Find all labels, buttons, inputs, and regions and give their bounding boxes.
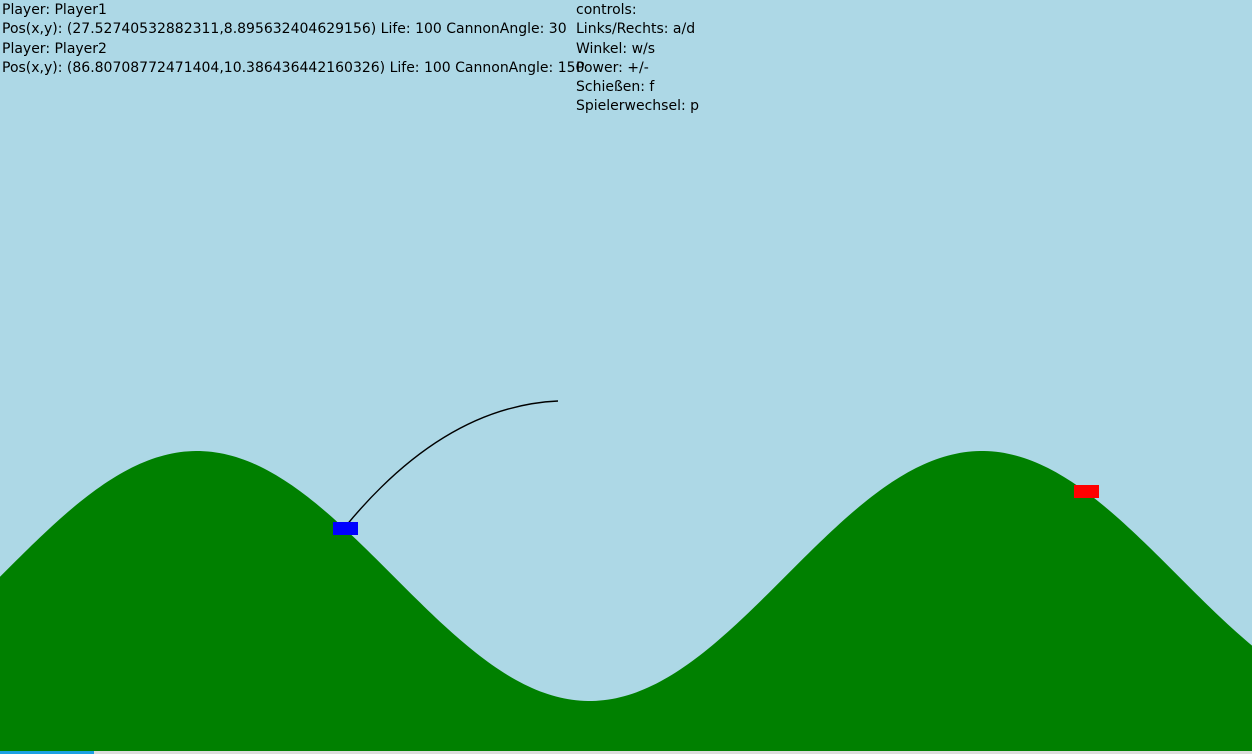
player1-name: Player: Player1: [2, 2, 107, 18]
controls-shoot: Schießen: f: [576, 79, 655, 96]
player2-tank[interactable]: [1074, 485, 1099, 498]
player1-tank[interactable]: [333, 522, 358, 535]
controls-panel: controls: Links/Rechts: a/d Winkel: w/s …: [576, 1, 699, 117]
controls-power: Power: +/-: [576, 59, 649, 76]
controls-title: controls:: [576, 2, 637, 18]
controls-angle: Winkel: w/s: [576, 40, 656, 57]
player2-status: Pos(x,y): (86.80708772471404,10.38643644…: [2, 59, 585, 76]
controls-move: Links/Rechts: a/d: [576, 21, 696, 38]
player1-status: Pos(x,y): (27.52740532882311,8.895632404…: [2, 21, 567, 38]
player2-name: Player: Player2: [2, 40, 107, 57]
controls-switch: Spielerwechsel: p: [576, 98, 700, 115]
game-canvas[interactable]: Player: Player1 Pos(x,y): (27.5274053288…: [0, 0, 1252, 754]
player-info-panel: Player: Player1 Pos(x,y): (27.5274053288…: [2, 1, 584, 78]
